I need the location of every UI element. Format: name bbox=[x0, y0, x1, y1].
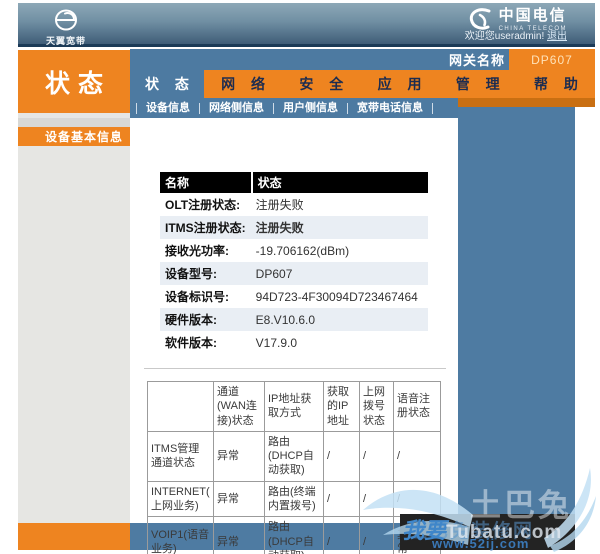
sidebar-item-device-basic-info[interactable]: 设备基本信息 bbox=[18, 127, 130, 146]
wan-col-header: 上网拨号状态 bbox=[359, 381, 394, 432]
wan-cell: 异常 bbox=[213, 430, 265, 482]
main-content: 名称 状态 OLT注册状态: 注册失败 ITMS注册状态: 注册失败 接收光功率: -19… bbox=[130, 118, 458, 554]
table-row: 软件版本: V17.9.0 bbox=[160, 331, 428, 354]
footer-orange-bar bbox=[18, 523, 130, 550]
wan-cell: 路由(终端内置拨号) bbox=[264, 480, 324, 518]
wan-cell: / bbox=[323, 480, 360, 518]
device-info-body: OLT注册状态: 注册失败 ITMS注册状态: 注册失败 接收光功率: -19.70616… bbox=[160, 193, 428, 354]
watermark-url: www.52ij.com bbox=[432, 536, 530, 551]
table-row: OLT注册状态: 注册失败 bbox=[160, 193, 428, 216]
col-header-status: 状态 bbox=[250, 172, 428, 193]
info-value: 注册失败 bbox=[255, 198, 304, 212]
info-label: 硬件版本: bbox=[160, 308, 251, 331]
col-header-name: 名称 bbox=[160, 172, 251, 193]
info-label: 设备型号: bbox=[160, 262, 251, 285]
info-value: -19.706162(dBm) bbox=[255, 243, 350, 258]
tab-help[interactable]: 帮 助 bbox=[517, 70, 595, 98]
wan-col-header: 语音注册状态 bbox=[393, 381, 441, 432]
wan-col-header: 通道(WAN连接)状态 bbox=[213, 381, 265, 432]
router-admin-page: 天翼宽带 中国电信 CHINA TELECOM 欢迎您useradmin! 退出… bbox=[0, 0, 600, 554]
device-info-table: 名称 状态 OLT注册状态: 注册失败 ITMS注册状态: 注册失败 接收光功率: -19… bbox=[160, 172, 428, 354]
section-separator bbox=[144, 368, 446, 369]
wan-cell: 异常 bbox=[213, 516, 265, 554]
table-row: VOIP1(语音业务)异常路由(DHCP自动获取)//其他异常 bbox=[147, 516, 441, 554]
table-row: 硬件版本: E8.V10.6.0 bbox=[160, 308, 428, 331]
wan-status-table: 通道(WAN连接)状态 IP地址获取方式 获取的IP地址 上网拨号状态 语音注册状态 I… bbox=[147, 381, 441, 554]
wan-cell: / bbox=[359, 480, 394, 518]
tianyi-e-icon bbox=[55, 9, 77, 31]
info-value: V17.9.0 bbox=[255, 335, 298, 350]
wan-cell: / bbox=[323, 430, 360, 482]
header: 天翼宽带 中国电信 CHINA TELECOM 欢迎您useradmin! 退出 bbox=[18, 3, 595, 47]
tab-bar: 状 态网 络安 全应 用管 理帮 助 bbox=[130, 70, 595, 98]
wan-table-header-row: 通道(WAN连接)状态 IP地址获取方式 获取的IP地址 上网拨号状态 语音注册状态 bbox=[147, 381, 441, 432]
table-row: INTERNET(上网业务) 异常 路由(终端内置拨号) / / / bbox=[147, 480, 441, 518]
welcome-text: 欢迎您 bbox=[464, 31, 495, 42]
subnav: 设备信息 网络侧信息 用户侧信息 宽带电话信息 bbox=[130, 98, 458, 118]
tab-security[interactable]: 安 全 bbox=[282, 70, 360, 98]
wan-cell: VOIP1(语音业务) bbox=[147, 516, 214, 554]
info-value: E8.V10.6.0 bbox=[250, 308, 428, 331]
gateway-name-value: DP607 bbox=[509, 49, 595, 70]
subnav-item-3[interactable]: 宽带电话信息 bbox=[347, 102, 433, 114]
info-value: DP607 bbox=[250, 262, 428, 285]
wan-cell: 路由(DHCP自动获取) bbox=[264, 516, 324, 554]
wan-cell: / bbox=[393, 480, 441, 518]
info-label: 设备标识号: bbox=[165, 290, 229, 304]
info-label: OLT注册状态: bbox=[165, 198, 241, 212]
wan-cell: / bbox=[359, 516, 394, 554]
wan-cell: / bbox=[323, 516, 360, 554]
subnav-item-2[interactable]: 用户侧信息 bbox=[273, 102, 347, 114]
wan-cell: / bbox=[359, 430, 394, 482]
subnav-item-1[interactable]: 网络侧信息 bbox=[199, 102, 273, 114]
username: useradmin! bbox=[494, 31, 545, 42]
wan-col-header: IP地址获取方式 bbox=[264, 381, 324, 432]
table-row: 接收光功率: -19.706162(dBm) bbox=[160, 239, 428, 262]
table-row: ITMS注册状态: 注册失败 bbox=[160, 216, 428, 239]
info-label: ITMS注册状态: bbox=[160, 216, 251, 239]
tab-network[interactable]: 网 络 bbox=[204, 70, 282, 98]
logout-link[interactable]: 退出 bbox=[547, 31, 567, 42]
tab-app[interactable]: 应 用 bbox=[360, 70, 438, 98]
tianyi-logo: 天翼宽带 bbox=[36, 8, 96, 47]
wan-cell: / bbox=[393, 430, 441, 482]
wan-col-header bbox=[147, 381, 214, 432]
subnav-item-0[interactable]: 设备信息 bbox=[136, 102, 199, 114]
wan-col-header: 获取的IP地址 bbox=[323, 381, 360, 432]
tab-manage[interactable]: 管 理 bbox=[439, 70, 517, 98]
gateway-name-label: 网关名称 bbox=[448, 53, 505, 68]
tab-status[interactable]: 状 态 bbox=[130, 70, 204, 98]
gateway-bar: 网关名称 DP607 bbox=[130, 49, 595, 70]
table-row: ITMS管理通道状态 异常 路由(DHCP自动获取) / / / bbox=[147, 430, 441, 482]
table-header-row: 名称 状态 bbox=[160, 172, 428, 193]
tabbar-shadow bbox=[440, 98, 595, 107]
info-value: 94D723-4F30094D723467464 bbox=[255, 289, 418, 304]
section-title: 状态 bbox=[18, 50, 130, 113]
sidebar: 设备基本信息 bbox=[18, 113, 130, 523]
wan-status-body: ITMS管理通道状态 异常 路由(DHCP自动获取) / / / INTERNET(上网业务… bbox=[147, 430, 441, 554]
wan-cell: ITMS管理通道状态 bbox=[147, 430, 214, 482]
table-row: 设备型号: DP607 bbox=[160, 262, 428, 285]
wan-cell: INTERNET(上网业务) bbox=[147, 480, 214, 518]
info-label: 接收光功率: bbox=[165, 244, 229, 258]
tianyi-logo-text: 天翼宽带 bbox=[45, 36, 86, 46]
sidebar-divider bbox=[18, 118, 130, 127]
wan-cell: 路由(DHCP自动获取) bbox=[264, 430, 324, 482]
wan-cell: 异常 bbox=[213, 480, 265, 518]
china-telecom-text: 中国电信 bbox=[498, 7, 567, 24]
info-label: 软件版本: bbox=[165, 336, 217, 350]
info-value: 注册失败 bbox=[250, 216, 428, 239]
table-row: 设备标识号: 94D723-4F30094D723467464 bbox=[160, 285, 428, 308]
welcome-bar: 欢迎您useradmin! 退出 bbox=[465, 27, 567, 42]
